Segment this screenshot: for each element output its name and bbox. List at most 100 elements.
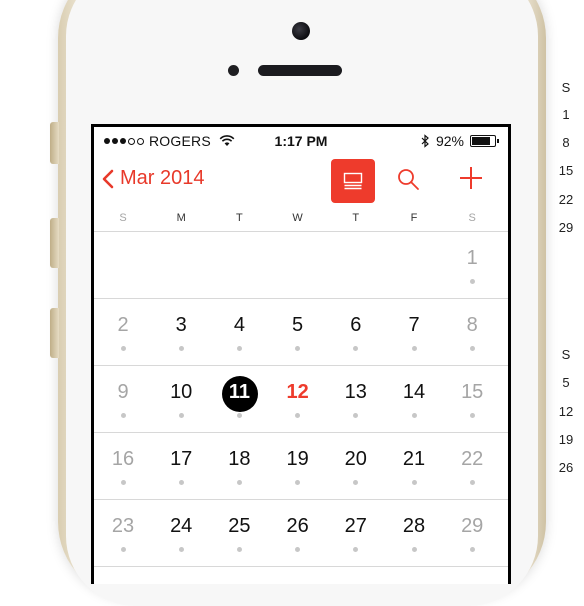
weekday-header-row: SMTWTFS [94,207,508,232]
event-indicator-dot [469,346,475,351]
background-day-label: 1 [562,107,570,122]
day-cell[interactable]: 4 [210,299,268,365]
status-right: 92% [421,133,499,149]
event-indicator-dot [353,480,359,485]
day-cell[interactable]: 10 [152,366,210,432]
list-view-button[interactable] [331,159,375,203]
day-number: 19 [286,448,309,470]
event-indicator-dot [295,480,301,485]
event-indicator-dot [295,346,301,351]
day-number: 14 [402,381,426,403]
day-cell[interactable]: 27 [327,500,385,566]
day-cell[interactable]: 25 [210,500,268,566]
day-cell[interactable]: 18 [210,433,268,499]
volume-down-button [50,308,59,358]
event-indicator-dot [120,346,126,351]
earpiece-speaker [258,65,342,76]
back-to-month-button[interactable]: Mar 2014 [102,167,205,190]
week-row: 2 3 4 5 6 7 8 [94,299,508,366]
day-cell[interactable]: 16 [94,433,152,499]
event-indicator-dot [236,346,242,351]
event-indicator-dot [178,413,184,418]
day-cell[interactable]: 6 [327,299,385,365]
day-cell[interactable]: 3 [152,299,210,365]
day-cell[interactable]: 5 [269,299,327,365]
day-cell[interactable]: 22 [443,433,501,499]
add-event-button[interactable] [458,165,484,196]
day-cell[interactable]: 14 [385,366,443,432]
event-indicator-dot [469,413,475,418]
day-number: 21 [402,448,426,470]
day-number: 22 [461,448,484,470]
day-number: 3 [175,314,187,336]
search-button[interactable] [396,167,420,196]
background-day-label: 29 [558,220,574,235]
bluetooth-icon [421,134,429,148]
background-day-label: 8 [562,135,570,150]
proximity-sensor [228,65,239,76]
event-indicator-dot [295,547,301,552]
day-number: 11 [228,381,250,403]
volume-up-button [50,218,59,268]
day-number: 5 [292,314,304,336]
event-indicator-dot [411,413,417,418]
background-day-label: 12 [558,404,574,419]
day-number: 10 [170,381,193,403]
day-cell[interactable]: 29 [443,500,501,566]
background-day-label: S [561,80,571,95]
day-number: 25 [228,515,251,537]
plus-icon [460,167,482,189]
event-indicator-dot [295,413,301,418]
event-indicator-dot [353,413,359,418]
day-cell[interactable]: 11 [210,366,268,432]
day-cell[interactable]: 28 [385,500,443,566]
weekday-header: T [236,212,243,224]
event-indicator-dot [469,480,475,485]
day-number: 8 [466,314,478,336]
event-indicator-dot [353,547,359,552]
weekday-header: W [292,212,303,224]
week-row: 16 17 18 19 20 21 22 [94,433,508,500]
day-cell[interactable]: 20 [327,433,385,499]
battery-icon [470,135,499,147]
mute-switch [50,122,59,164]
day-cell[interactable]: 26 [269,500,327,566]
day-number: 16 [111,448,135,470]
day-cell[interactable]: 9 [94,366,152,432]
event-indicator-dot [236,480,242,485]
day-number: 20 [344,448,367,470]
day-number: 27 [344,515,367,537]
chevron-left-icon [102,169,114,188]
day-cell[interactable]: 19 [269,433,327,499]
phone-screen: ROGERS 1:17 PM 92% Mar 2014 S M T W T F … [91,124,511,584]
weekday-header: S [468,212,476,224]
day-number: 13 [344,381,367,403]
day-cell[interactable]: 7 [385,299,443,365]
event-indicator-dot [469,547,475,552]
background-day-label: 5 [562,375,570,390]
day-cell[interactable]: 8 [443,299,501,365]
day-cell[interactable]: 15 [443,366,501,432]
day-cell[interactable]: 17 [152,433,210,499]
day-number: 17 [170,448,193,470]
day-cell[interactable]: 12 [269,366,327,432]
day-cell[interactable]: 24 [152,500,210,566]
event-indicator-dot [120,413,126,418]
day-cell[interactable]: 21 [385,433,443,499]
day-number: 9 [117,381,129,403]
event-indicator-dot [469,279,475,284]
day-cell[interactable]: 23 [94,500,152,566]
day-cell[interactable]: 2 [94,299,152,365]
background-calendar-strip: S 1 8 15 22 29 S 5 12 19 26 [548,0,584,560]
battery-tip [497,139,499,143]
day-number: 18 [228,448,251,470]
day-number: 29 [461,515,484,537]
day-cell[interactable]: 13 [327,366,385,432]
search-icon [398,169,419,190]
month-label: Mar 2014 [120,167,205,189]
day-number: 2 [117,314,129,336]
list-view-icon [343,172,363,190]
weekday-header: T [352,212,360,224]
day-number: 1 [466,247,478,269]
day-cell[interactable]: 1 [443,232,501,298]
